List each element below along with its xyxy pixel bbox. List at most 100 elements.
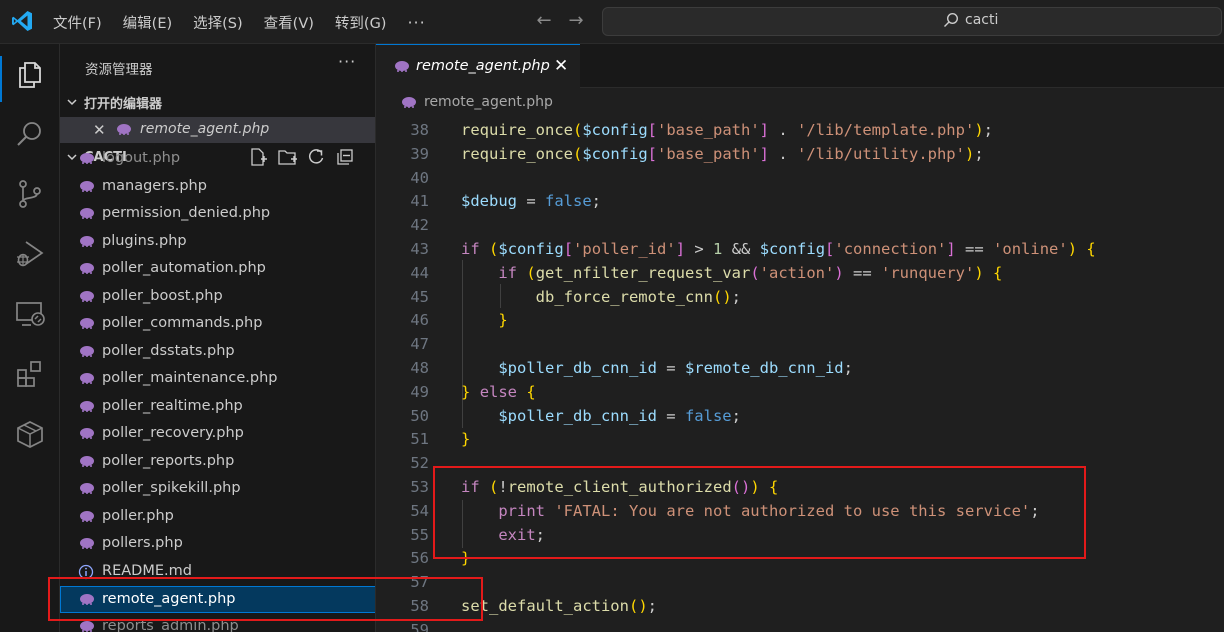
menu-go[interactable]: 转到(G)	[335, 12, 387, 33]
php-file-icon	[78, 454, 96, 472]
code-line[interactable]: 40	[376, 166, 1224, 190]
run-debug-icon[interactable]	[14, 238, 46, 270]
search-icon	[944, 12, 959, 27]
line-number: 45	[410, 287, 429, 306]
php-file-icon	[78, 509, 96, 527]
line-number: 38	[410, 121, 429, 139]
highlight-box-auth-check	[433, 466, 1086, 559]
title-bar: 文件(F) 编辑(E) 选择(S) 查看(V) 转到(G) ··· ← → ca…	[0, 0, 1224, 44]
file-name: poller_maintenance.php	[102, 370, 278, 386]
line-number: 50	[410, 406, 429, 425]
file-tree-item[interactable]: poller_reports.php	[60, 448, 375, 476]
menu-file[interactable]: 文件(F)	[53, 12, 102, 33]
file-tree-item[interactable]: poller.php	[60, 503, 375, 531]
code-line[interactable]: 58 set_default_action();	[376, 594, 1224, 618]
menu-view[interactable]: 查看(V)	[264, 12, 314, 33]
search-view-icon[interactable]	[14, 118, 46, 150]
code-text: $poller_db_cnn_id = false;	[498, 406, 741, 425]
forward-arrow-icon[interactable]: →	[566, 11, 586, 31]
php-file-icon	[402, 97, 416, 108]
code-line[interactable]: 42	[376, 213, 1224, 237]
php-file-icon	[395, 61, 409, 72]
file-tree-item[interactable]: plugins.php	[60, 228, 375, 256]
php-file-icon	[78, 481, 96, 499]
php-file-icon	[78, 399, 96, 417]
file-tree-item[interactable]: pollers.php	[60, 530, 375, 558]
code-line[interactable]: 43 if ($config['poller_id'] > 1 && $confi…	[376, 237, 1224, 261]
file-tree-item[interactable]: poller_automation.php	[60, 255, 375, 283]
file-name: pollers.php	[102, 535, 183, 551]
tab-remote-agent[interactable]: remote_agent.php ✕	[376, 44, 580, 88]
code-text: $poller_db_cnn_id = $remote_db_cnn_id;	[498, 359, 853, 377]
highlight-box-selected-file	[48, 577, 483, 621]
menu-more-icon[interactable]: ···	[407, 13, 425, 32]
line-number: 49	[410, 382, 429, 401]
file-tree-item[interactable]: poller_spikekill.php	[60, 475, 375, 503]
extensions-icon[interactable]	[14, 358, 46, 390]
code-line[interactable]: 45 db_force_remote_cnn();	[376, 285, 1224, 309]
explorer-sidebar: 资源管理器 ··· 打开的编辑器 ✕ remote_agent.php CACT…	[60, 44, 376, 632]
php-file-icon	[78, 316, 96, 334]
code-line[interactable]: 48 $poller_db_cnn_id = $remote_db_cnn_id…	[376, 356, 1224, 380]
file-name: poller_realtime.php	[102, 397, 243, 414]
explorer-more-icon[interactable]: ···	[338, 52, 356, 71]
line-number: 53	[410, 478, 429, 496]
file-tree-item[interactable]: logout.php	[60, 145, 375, 173]
explorer-icon[interactable]	[14, 58, 46, 90]
code-line[interactable]: 38 require_once($config['base_path'] . '/…	[376, 118, 1224, 142]
line-number: 56	[410, 549, 429, 568]
file-name: plugins.php	[102, 232, 187, 249]
line-number: 52	[410, 454, 429, 473]
code-text: if (get_nfilter_request_var('action') ==…	[498, 263, 1003, 282]
code-line[interactable]: 57	[376, 570, 1224, 594]
code-text: set_default_action();	[461, 597, 658, 615]
file-name: poller_reports.php	[102, 452, 235, 469]
search-text: cacti	[965, 12, 999, 28]
code-line[interactable]: 47	[376, 332, 1224, 356]
line-number: 55	[410, 525, 429, 544]
file-tree-item[interactable]: managers.php	[60, 173, 375, 201]
line-number: 40	[410, 168, 429, 187]
php-file-icon	[78, 536, 96, 554]
back-arrow-icon[interactable]: ←	[534, 11, 554, 31]
close-icon[interactable]: ✕	[93, 121, 106, 139]
php-file-icon	[78, 206, 96, 224]
code-text: $debug = false;	[461, 192, 602, 211]
code-line[interactable]: 46 }	[376, 308, 1224, 332]
source-control-icon[interactable]	[14, 178, 46, 210]
code-line[interactable]: 39 require_once($config['base_path'] . '/…	[376, 142, 1224, 166]
package-icon[interactable]	[14, 418, 46, 450]
code-line[interactable]: 49} else {	[376, 380, 1224, 404]
vscode-logo-icon[interactable]	[10, 9, 34, 33]
file-tree-item[interactable]: permission_denied.php	[60, 200, 375, 228]
file-tree-item[interactable]: poller_realtime.php	[60, 393, 375, 421]
open-editors-header[interactable]: 打开的编辑器	[60, 90, 375, 114]
editor-tab-bar: remote_agent.php ✕	[376, 44, 1224, 88]
file-tree-item[interactable]: poller_commands.php	[60, 310, 375, 338]
file-name: permission_denied.php	[102, 205, 271, 221]
file-tree-item[interactable]: poller_maintenance.php	[60, 365, 375, 393]
file-tree-item[interactable]: poller_dsstats.php	[60, 338, 375, 366]
php-file-icon	[78, 179, 96, 197]
chevron-down-icon	[60, 96, 84, 108]
file-name: poller_recovery.php	[102, 425, 244, 441]
explorer-title: 资源管理器	[85, 62, 153, 78]
code-line[interactable]: 41 $debug = false;	[376, 189, 1224, 213]
file-tree-item[interactable]: poller_boost.php	[60, 283, 375, 311]
file-name: poller_spikekill.php	[102, 480, 241, 496]
menu-selection[interactable]: 选择(S)	[193, 12, 243, 33]
menu-edit[interactable]: 编辑(E)	[123, 12, 172, 33]
code-line[interactable]: 50 $poller_db_cnn_id = false;	[376, 404, 1224, 428]
file-tree-item[interactable]: poller_recovery.php	[60, 420, 375, 448]
php-file-icon	[78, 371, 96, 389]
open-editor-item[interactable]: ✕ remote_agent.php	[60, 117, 375, 143]
file-name: logout.php	[102, 150, 181, 166]
code-line[interactable]: 51}	[376, 427, 1224, 451]
code-line[interactable]: 44 if (get_nfilter_request_var('action')…	[376, 261, 1224, 285]
remote-explorer-icon[interactable]	[14, 298, 46, 330]
breadcrumb-file[interactable]: remote_agent.php	[424, 94, 553, 110]
code-line[interactable]: 59	[376, 618, 1224, 632]
php-file-icon	[78, 289, 96, 307]
command-center-search[interactable]: cacti	[602, 7, 1222, 36]
tab-close-icon[interactable]: ✕	[554, 56, 568, 76]
